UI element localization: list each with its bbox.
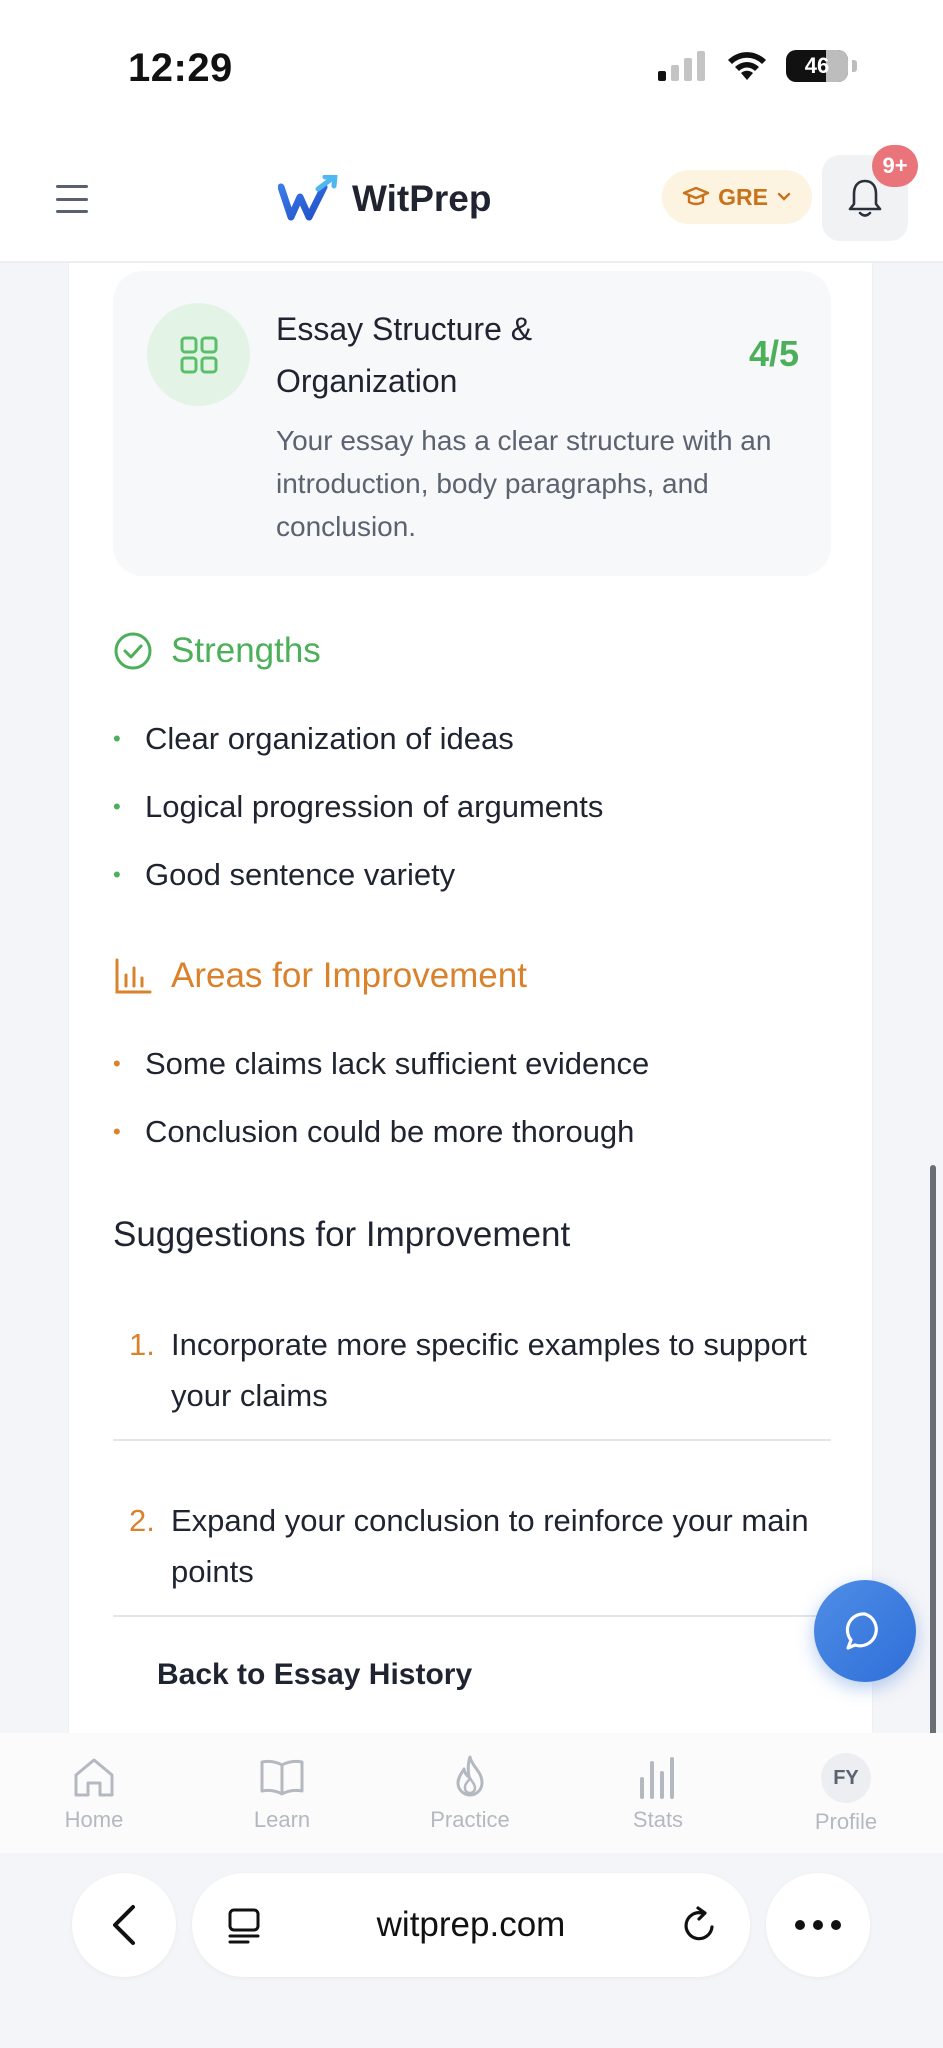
nav-label: Stats bbox=[632, 1807, 684, 1832]
suggestion-item: 1. Incorporate more specific examples to… bbox=[113, 1303, 831, 1441]
reload-icon[interactable] bbox=[680, 1905, 720, 1945]
address-bar[interactable]: witprep.com bbox=[192, 1873, 750, 1977]
graduation-cap-icon bbox=[682, 186, 710, 206]
bar-chart-icon bbox=[640, 1757, 674, 1799]
nav-label: Learn bbox=[253, 1807, 311, 1832]
nav-profile[interactable]: FY Profile bbox=[776, 1753, 916, 1835]
criterion-description: Your essay has a clear structure with an… bbox=[276, 425, 772, 542]
chevron-left-icon bbox=[113, 1905, 135, 1945]
suggestions-list: 1. Incorporate more specific examples to… bbox=[113, 1303, 831, 1617]
chat-button[interactable] bbox=[814, 1580, 916, 1682]
wifi-icon bbox=[728, 52, 766, 80]
exam-selector[interactable]: GRE bbox=[662, 170, 812, 224]
battery-icon: 46 bbox=[786, 50, 848, 82]
notification-badge: 9+ bbox=[872, 145, 918, 187]
more-horizontal-icon bbox=[795, 1920, 841, 1930]
list-item: Clear organization of ideas bbox=[113, 705, 603, 773]
suggestion-number: 2. bbox=[129, 1503, 155, 1538]
list-item: Some claims lack sufficient evidence bbox=[113, 1030, 649, 1098]
suggestion-text: Expand your conclusion to reinforce your… bbox=[171, 1503, 809, 1589]
list-item: Conclusion could be more thorough bbox=[113, 1098, 649, 1166]
list-item: Logical progression of arguments bbox=[113, 773, 603, 841]
criterion-score: 4/5 bbox=[748, 333, 799, 374]
battery-tip bbox=[852, 60, 857, 72]
app-header: WitPrep GRE bbox=[0, 135, 943, 263]
suggestions-title: Suggestions for Improvement bbox=[113, 1215, 571, 1254]
app-name: WitPrep bbox=[352, 178, 492, 219]
bottom-nav: Home Learn Practice Stats FY Profile bbox=[0, 1733, 943, 1853]
suggestion-item: 2. Expand your conclusion to reinforce y… bbox=[113, 1479, 831, 1617]
chat-bubble-icon bbox=[845, 1612, 878, 1650]
witprep-logo-icon bbox=[278, 175, 338, 221]
areas-title: Areas for Improvement bbox=[171, 956, 527, 995]
grid-icon bbox=[147, 303, 250, 406]
strengths-list: Clear organization of ideas Logical prog… bbox=[113, 705, 603, 909]
home-icon bbox=[74, 1758, 114, 1797]
browser-toolbar: witprep.com bbox=[0, 1853, 943, 2048]
status-icons: 46 bbox=[658, 50, 857, 82]
book-icon bbox=[260, 1759, 304, 1796]
logo[interactable]: WitPrep bbox=[278, 175, 491, 223]
essay-feedback-card: Essay Structure & Organization 4/5 Your … bbox=[68, 263, 873, 1733]
bell-icon bbox=[848, 179, 882, 217]
browser-back-button[interactable] bbox=[72, 1873, 176, 1977]
suggestion-text: Incorporate more specific examples to su… bbox=[171, 1327, 807, 1413]
flame-icon bbox=[456, 1755, 484, 1797]
areas-list: Some claims lack sufficient evidence Con… bbox=[113, 1030, 649, 1166]
list-item: Good sentence variety bbox=[113, 841, 603, 909]
exam-selector-label: GRE bbox=[718, 183, 768, 210]
url-text: witprep.com bbox=[376, 1905, 566, 1944]
status-time: 12:29 bbox=[128, 46, 233, 90]
back-to-history-link[interactable]: Back to Essay History bbox=[157, 1658, 472, 1692]
status-bar: 12:29 46 bbox=[0, 0, 943, 135]
nav-label: Home bbox=[64, 1807, 124, 1832]
bar-chart-icon bbox=[115, 958, 152, 994]
chevron-down-icon bbox=[777, 192, 791, 201]
signal-icon bbox=[658, 51, 705, 81]
avatar: FY bbox=[821, 1753, 871, 1803]
nav-home[interactable]: Home bbox=[24, 1753, 164, 1833]
criterion-card: Essay Structure & Organization 4/5 Your … bbox=[113, 271, 831, 576]
criterion-title: Essay Structure & Organization bbox=[276, 311, 533, 399]
battery-level: 46 bbox=[804, 53, 830, 78]
nav-stats[interactable]: Stats bbox=[588, 1753, 728, 1833]
check-circle-icon bbox=[114, 632, 152, 670]
nav-practice[interactable]: Practice bbox=[400, 1753, 540, 1833]
nav-learn[interactable]: Learn bbox=[212, 1753, 352, 1833]
areas-heading: Areas for Improvement bbox=[113, 956, 527, 996]
suggestion-number: 1. bbox=[129, 1327, 155, 1362]
more-options-button[interactable] bbox=[766, 1873, 870, 1977]
strengths-title: Strengths bbox=[171, 631, 321, 670]
strengths-heading: Strengths bbox=[113, 631, 321, 671]
nav-label: Profile bbox=[814, 1809, 878, 1834]
nav-label: Practice bbox=[430, 1807, 510, 1832]
hamburger-menu-icon[interactable] bbox=[52, 179, 92, 219]
